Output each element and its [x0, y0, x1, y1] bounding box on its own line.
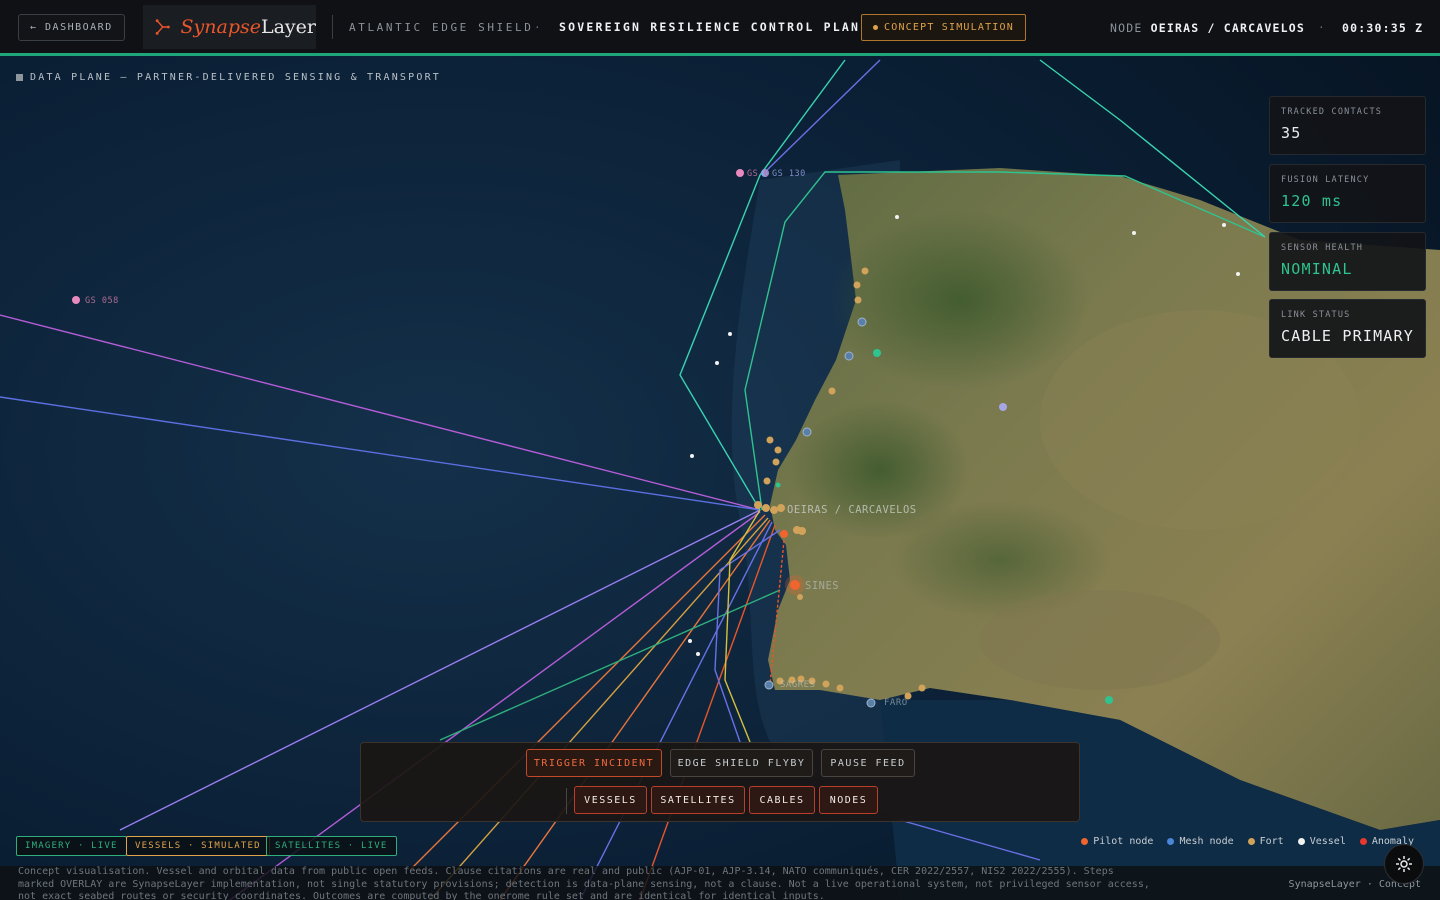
- map-label-gs-north-a: GS 0: [747, 169, 770, 179]
- vessels-simulated-badge: VESSELS · SIMULATED: [126, 836, 270, 856]
- divider: [332, 15, 333, 39]
- satellites-live-badge: SATELLITES · LIVE: [266, 836, 397, 856]
- brand-name-b: Layer: [260, 16, 316, 38]
- map-label-node: OEIRAS / CARCAVELOS: [787, 504, 917, 516]
- map-legend: Pilot node Mesh node Fort Vessel Anomaly: [1081, 836, 1414, 847]
- map-label-sines: SINES: [805, 580, 840, 592]
- utc-clock: 00:30:35 Z: [1342, 21, 1424, 35]
- map-label-gs-west: GS 058: [85, 296, 119, 306]
- footer: Concept visualisation. Vessel and orbita…: [0, 866, 1440, 900]
- node-value: OEIRAS / CARCAVELOS: [1150, 21, 1305, 35]
- edge-shield-flyby-button[interactable]: EDGE SHIELD FLYBY: [670, 749, 813, 777]
- square-icon: [16, 74, 23, 81]
- brand-logo: SynapseLayer: [143, 5, 316, 49]
- legend-pilot-node: Pilot node: [1081, 836, 1153, 847]
- pause-feed-button[interactable]: PAUSE FEED: [821, 749, 915, 777]
- node-indicator: NODE OEIRAS / CARCAVELOS: [1110, 21, 1305, 35]
- map-label-faro: FARO: [884, 698, 908, 708]
- kpi-tracked-contacts: TRACKED CONTACTS 35: [1269, 96, 1426, 155]
- trigger-incident-button[interactable]: TRIGGER INCIDENT: [526, 749, 662, 777]
- synapse-logo-icon: [155, 19, 170, 35]
- legend-vessel: Vessel: [1297, 836, 1346, 847]
- separator-dot: ·: [534, 21, 541, 34]
- kpi-link-status: LINK STATUS CABLE PRIMARY: [1269, 299, 1426, 358]
- layer-toggle-cables[interactable]: CABLES: [749, 786, 815, 814]
- divider: [566, 788, 567, 814]
- gear-icon: [1396, 856, 1412, 872]
- kpi-sensor-health: SENSOR HEALTH NOMINAL: [1269, 232, 1426, 291]
- ground-station-west[interactable]: [72, 296, 80, 304]
- system-name: ATLANTIC EDGE SHIELD: [349, 21, 534, 34]
- settings-button[interactable]: [1384, 844, 1424, 884]
- legend-mesh-node: Mesh node: [1167, 836, 1234, 847]
- layer-toggle-nodes[interactable]: NODES: [819, 786, 878, 814]
- concept-simulation-badge: CONCEPT SIMULATION: [861, 14, 1026, 41]
- dashboard-back-button[interactable]: ← DASHBOARD: [18, 14, 125, 41]
- layer-toggle-satellites[interactable]: SATELLITES: [651, 786, 745, 814]
- pilot-node-sines[interactable]: [785, 575, 805, 595]
- map-label-sagres: SAGRES: [780, 680, 816, 690]
- top-bar: ← DASHBOARD SynapseLayer ATLANTIC EDGE S…: [0, 0, 1440, 56]
- separator-dot: ·: [1318, 21, 1325, 34]
- layer-toggle-vessels[interactable]: VESSELS: [574, 786, 647, 814]
- imagery-live-badge: IMAGERY · LIVE: [16, 836, 127, 856]
- footer-disclaimer: Concept visualisation. Vessel and orbita…: [18, 866, 1150, 900]
- legend-fort: Fort: [1247, 836, 1284, 847]
- kpi-fusion-latency: FUSION LATENCY 120 ms: [1269, 164, 1426, 223]
- map-label-gs-north-b: GS 130: [772, 169, 806, 179]
- page-title: SOVEREIGN RESILIENCE CONTROL PLANE: [559, 20, 870, 34]
- brand-name-a: Synapse: [180, 16, 261, 38]
- status-dot-icon: [873, 25, 878, 30]
- data-plane-label: DATA PLANE — PARTNER-DELIVERED SENSING &…: [16, 72, 441, 83]
